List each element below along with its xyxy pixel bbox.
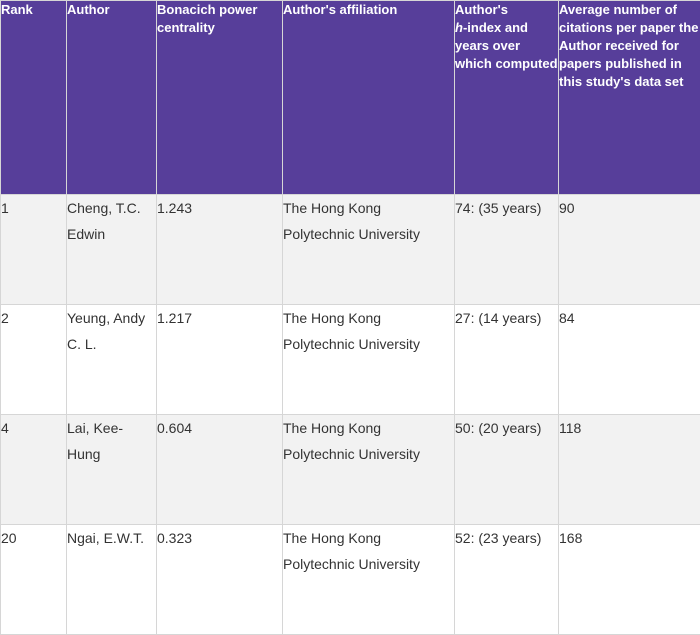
cell-author: Cheng, T.C. Edwin — [67, 195, 157, 305]
cell-hindex: 50: (20 years) — [455, 415, 559, 525]
cell-citations: 118 — [559, 415, 700, 525]
cell-rank: 4 — [1, 415, 67, 525]
header-citations-label: Average number of citations per paper th… — [559, 2, 698, 89]
table-row: 20 Ngai, E.W.T. 0.323 The Hong Kong Poly… — [1, 525, 700, 635]
table-header: Rank Author Bonacich power centrality Au… — [1, 1, 700, 195]
header-author: Author — [67, 1, 157, 195]
cell-citations: 84 — [559, 305, 700, 415]
cell-hindex: 74: (35 years) — [455, 195, 559, 305]
header-hindex-prefix: Author's — [455, 1, 558, 19]
cell-rank: 1 — [1, 195, 67, 305]
cell-citations: 90 — [559, 195, 700, 305]
header-row: Rank Author Bonacich power centrality Au… — [1, 1, 700, 195]
header-affiliation-label: Author's affiliation — [283, 2, 397, 17]
cell-bonacich: 0.323 — [157, 525, 283, 635]
header-hindex-suffix: -index and years over which computed — [455, 20, 558, 71]
header-bonacich-label: Bonacich power centrality — [157, 2, 257, 35]
cell-affiliation: The Hong Kong Polytechnic University — [283, 195, 455, 305]
cell-author: Lai, Kee-Hung — [67, 415, 157, 525]
table-body: 1 Cheng, T.C. Edwin 1.243 The Hong Kong … — [1, 195, 700, 635]
table-row: 2 Yeung, Andy C. L. 1.217 The Hong Kong … — [1, 305, 700, 415]
cell-rank: 20 — [1, 525, 67, 635]
author-centrality-table: Rank Author Bonacich power centrality Au… — [0, 0, 700, 635]
header-rank: Rank — [1, 1, 67, 195]
cell-affiliation: The Hong Kong Polytechnic University — [283, 305, 455, 415]
cell-bonacich: 1.217 — [157, 305, 283, 415]
cell-bonacich: 0.604 — [157, 415, 283, 525]
header-hindex-italic: h — [455, 20, 463, 35]
cell-hindex: 52: (23 years) — [455, 525, 559, 635]
table-row: 4 Lai, Kee-Hung 0.604 The Hong Kong Poly… — [1, 415, 700, 525]
header-author-label: Author — [67, 2, 110, 17]
header-rank-label: Rank — [1, 2, 33, 17]
cell-citations: 168 — [559, 525, 700, 635]
header-affiliation: Author's affiliation — [283, 1, 455, 195]
header-hindex: Author'sh-index and years over which com… — [455, 1, 559, 195]
cell-affiliation: The Hong Kong Polytechnic University — [283, 525, 455, 635]
header-bonacich: Bonacich power centrality — [157, 1, 283, 195]
cell-author: Ngai, E.W.T. — [67, 525, 157, 635]
cell-bonacich: 1.243 — [157, 195, 283, 305]
cell-affiliation: The Hong Kong Polytechnic University — [283, 415, 455, 525]
cell-author: Yeung, Andy C. L. — [67, 305, 157, 415]
cell-hindex: 27: (14 years) — [455, 305, 559, 415]
cell-rank: 2 — [1, 305, 67, 415]
header-citations: Average number of citations per paper th… — [559, 1, 700, 195]
table-row: 1 Cheng, T.C. Edwin 1.243 The Hong Kong … — [1, 195, 700, 305]
